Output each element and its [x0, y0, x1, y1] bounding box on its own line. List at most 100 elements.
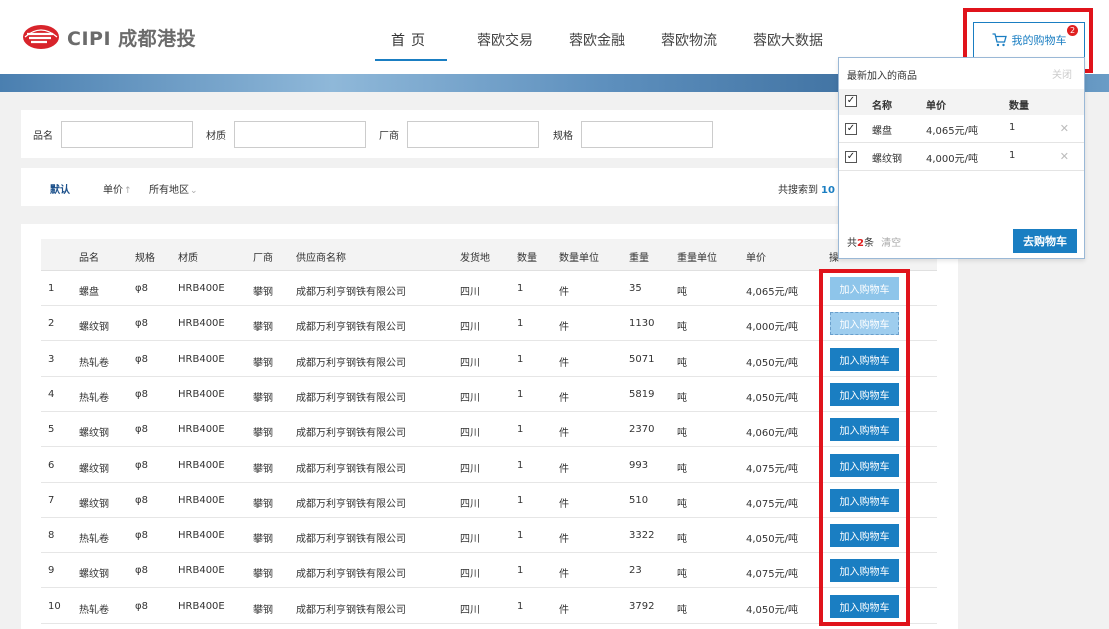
cell-weight: 3322: [629, 530, 655, 542]
cell-price: 4,050元/吨: [746, 604, 798, 616]
cell-supplier: 成都万利亨钢铁有限公司: [296, 463, 406, 475]
table-row: 8 热轧卷 φ8 HRB400E 攀钢 成都万利亨钢铁有限公司 四川 1 件 3322 吨 4,050…: [41, 518, 937, 554]
cell-weight-unit: 吨: [677, 463, 687, 475]
close-icon[interactable]: ✕: [1060, 122, 1069, 135]
popup-header: ✓ 名称 单价 数量: [839, 89, 1084, 115]
col-supplier: 供应商名称: [296, 253, 346, 264]
item-checkbox[interactable]: ✓: [845, 123, 857, 135]
popup-item-qty: 1: [1009, 122, 1016, 133]
cell-material: HRB400E: [178, 388, 225, 400]
add-to-cart-button[interactable]: 加入购物车: [830, 382, 899, 406]
sort-price[interactable]: 单价↑: [103, 181, 132, 196]
add-to-cart-button[interactable]: 加入购物车: [830, 453, 899, 477]
search-label: 材质: [206, 131, 226, 142]
add-to-cart-button[interactable]: 加入购物车: [830, 277, 899, 300]
nav-trade[interactable]: 蓉欧交易: [477, 30, 533, 61]
row-number: 3: [48, 353, 55, 365]
table-header: 品名 规格 材质 厂商 供应商名称 发货地 数量 数量单位 重量 重量单位 单价…: [41, 239, 937, 271]
sort-default[interactable]: 默认: [50, 181, 70, 196]
cell-supplier: 成都万利亨钢铁有限公司: [296, 392, 406, 404]
cell-weight: 23: [629, 565, 642, 577]
cell-price: 4,075元/吨: [746, 463, 798, 475]
cell-maker: 攀钢: [253, 534, 273, 546]
cell-maker: 攀钢: [253, 287, 273, 298]
cell-qty-unit: 件: [559, 604, 569, 616]
popup-item-name: 螺纹钢: [872, 154, 902, 165]
nav-logistics[interactable]: 蓉欧物流: [661, 30, 717, 61]
add-to-cart-button[interactable]: 加入购物车: [830, 418, 899, 442]
cell-spec: φ8: [135, 565, 148, 577]
popup-summary: 共2条 清空: [847, 234, 901, 249]
cell-maker: 攀钢: [253, 569, 273, 581]
cell-material: HRB400E: [178, 318, 225, 330]
popup-item: ✓ 螺盘 4,065元/吨 1 ✕: [839, 115, 1084, 143]
add-to-cart-button[interactable]: 加入购物车: [830, 312, 899, 336]
table-row: 1 螺盘 φ8 HRB400E 攀钢 成都万利亨钢铁有限公司 四川 1 件 35 吨 4,065元/吨…: [41, 271, 937, 306]
maker-input[interactable]: [407, 121, 539, 148]
spec-input[interactable]: [581, 121, 713, 148]
popup-close[interactable]: 关闭: [1052, 66, 1072, 81]
cell-origin: 四川: [460, 604, 480, 616]
nav-bigdata[interactable]: 蓉欧大数据: [753, 30, 823, 61]
add-to-cart-button[interactable]: 加入购物车: [830, 488, 899, 512]
cell-price: 4,050元/吨: [746, 357, 798, 369]
search-label: 厂商: [379, 131, 399, 142]
row-number: 10: [48, 600, 61, 612]
cell-material: HRB400E: [178, 530, 225, 542]
add-to-cart-button[interactable]: 加入购物车: [830, 559, 899, 583]
cell-name: 热轧卷: [79, 604, 109, 616]
nav-home[interactable]: 首页: [375, 30, 447, 61]
cell-qty-unit: 件: [559, 392, 569, 404]
close-icon[interactable]: ✕: [1060, 150, 1069, 163]
cart-label: 我的购物车: [1011, 34, 1067, 47]
cell-maker: 攀钢: [253, 604, 273, 616]
col-maker: 厂商: [253, 253, 273, 264]
nav-finance[interactable]: 蓉欧金融: [569, 30, 625, 61]
cell-material: HRB400E: [178, 565, 225, 577]
cell-weight: 1130: [629, 318, 655, 330]
cell-spec: φ8: [135, 600, 148, 612]
cell-material: HRB400E: [178, 459, 225, 471]
logo[interactable]: CIPI 成都港投: [21, 22, 196, 52]
cart-count-badge: 2: [1067, 25, 1078, 36]
cell-qty: 1: [517, 459, 524, 471]
cell-weight: 5819: [629, 388, 655, 400]
material-input[interactable]: [234, 121, 366, 148]
add-to-cart-button[interactable]: 加入购物车: [830, 524, 899, 548]
cell-qty: 1: [517, 353, 524, 365]
col-price: 单价: [746, 253, 766, 264]
row-number: 8: [48, 530, 55, 542]
add-to-cart-button[interactable]: 加入购物车: [830, 594, 899, 618]
row-number: 2: [48, 318, 55, 330]
col-spec: 规格: [135, 253, 155, 264]
row-number: 9: [48, 565, 55, 577]
cell-weight-unit: 吨: [677, 569, 687, 581]
item-checkbox[interactable]: ✓: [845, 151, 857, 163]
cell-origin: 四川: [460, 357, 480, 369]
cell-weight-unit: 吨: [677, 287, 687, 298]
cell-weight-unit: 吨: [677, 322, 687, 334]
goto-cart-button[interactable]: 去购物车: [1013, 229, 1077, 253]
sort-region[interactable]: 所有地区⌄: [149, 181, 198, 196]
cell-origin: 四川: [460, 569, 480, 581]
my-cart-button[interactable]: 我的购物车 2: [973, 22, 1085, 58]
cell-maker: 攀钢: [253, 498, 273, 510]
cell-spec: φ8: [135, 459, 148, 471]
clear-cart-link[interactable]: 清空: [881, 238, 901, 249]
table-row: 9 螺纹钢 φ8 HRB400E 攀钢 成都万利亨钢铁有限公司 四川 1 件 23 吨 4,075元/…: [41, 553, 937, 589]
cell-name: 螺纹钢: [79, 463, 109, 475]
select-all-checkbox[interactable]: ✓: [845, 95, 857, 107]
search-label: 品名: [33, 131, 53, 142]
cart-icon: [992, 33, 1007, 47]
cell-price: 4,000元/吨: [746, 322, 798, 334]
name-input[interactable]: [61, 121, 193, 148]
cell-spec: φ8: [135, 530, 148, 542]
cell-name: 热轧卷: [79, 357, 109, 369]
cell-material: HRB400E: [178, 494, 225, 506]
add-to-cart-button[interactable]: 加入购物车: [830, 347, 899, 371]
popup-item-name: 螺盘: [872, 126, 892, 137]
row-number: 4: [48, 388, 55, 400]
cell-name: 螺盘: [79, 287, 99, 298]
result-count: 共搜索到 10: [778, 181, 835, 196]
cell-name: 热轧卷: [79, 534, 109, 546]
